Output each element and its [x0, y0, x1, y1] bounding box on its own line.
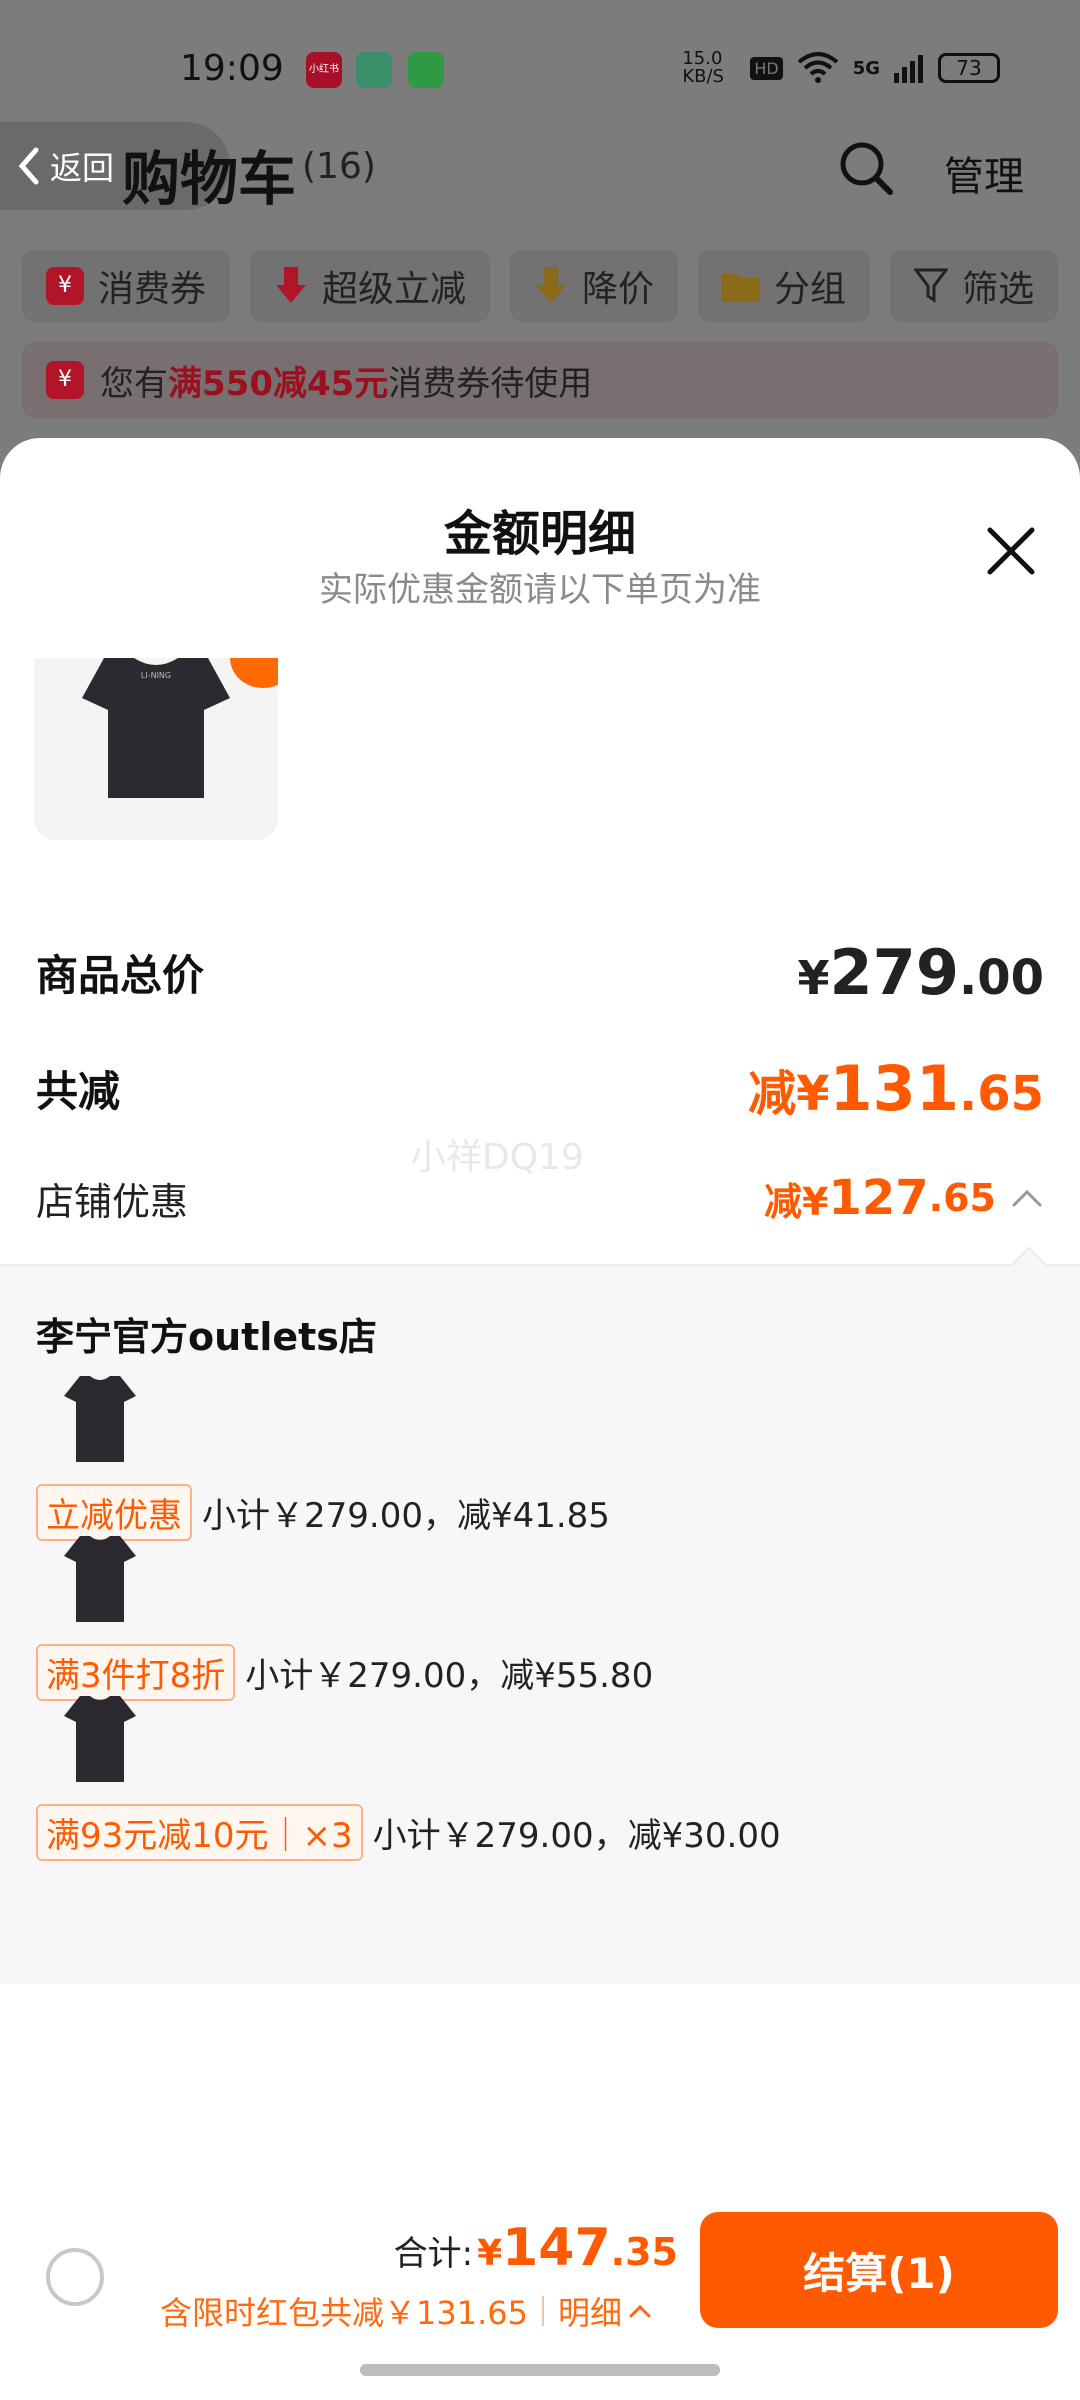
wifi-icon — [797, 52, 838, 83]
promo-line: 满93元减10元｜×3 小计￥279.00，减¥30.00 — [36, 1804, 781, 1861]
wechat-app-icon — [408, 52, 444, 88]
total-value: ¥147.35 — [477, 2218, 678, 2278]
filter-label: 分组 — [774, 269, 847, 310]
cart-page-background: 19:09 小红书 15.0 KB/S HD 5G 73 返回 购物车 (16)… — [0, 0, 1080, 480]
arrow-down-icon — [276, 267, 307, 303]
panel-notch — [1010, 1246, 1048, 1284]
discount-summary-text: 含限时红包共减￥131.65 — [160, 2294, 528, 2332]
total-line: 合计: ¥147.35 — [394, 2218, 678, 2278]
filter-label: 降价 — [582, 269, 655, 310]
tshirt-icon — [64, 1536, 136, 1622]
total-price-label: 商品总价 — [36, 951, 205, 1000]
close-icon[interactable] — [984, 524, 1038, 578]
store-discount-detail: 李宁官方outlets店 立减优惠 小计￥279.00，减¥41.85 满3件打… — [0, 1246, 1080, 1984]
detail-label: 明细 — [557, 2294, 622, 2332]
promo-tag: 满93元减10元｜×3 — [36, 1804, 363, 1861]
filter-screen[interactable]: 筛选 — [890, 250, 1059, 322]
chevron-up-icon — [1012, 1189, 1042, 1207]
sheet-subtitle: 实际优惠金额请以下单页为准 — [319, 570, 761, 610]
status-time: 19:09 — [180, 48, 284, 89]
checkout-button[interactable]: 结算(1) — [700, 2212, 1058, 2328]
filter-label: 超级立减 — [322, 269, 467, 310]
store-discount-value: 减¥ 127.65 — [764, 1170, 1044, 1226]
status-right-group: 15.0 KB/S HD 5G 73 — [682, 50, 1000, 86]
total-discount-label: 共减 — [36, 1067, 121, 1116]
manage-button[interactable]: 管理 — [944, 144, 1024, 202]
promo-text: 小计￥279.00，减¥30.00 — [372, 1816, 781, 1856]
filter-chips: ¥ 消费券 超级立减 降价 分组 筛选 — [22, 250, 1059, 322]
cart-count: (16) — [302, 146, 376, 187]
coupon-reminder-text: 您有满550减45元消费券待使用 — [100, 363, 593, 404]
home-indicator — [360, 2364, 720, 2376]
price-drop-icon — [536, 267, 567, 303]
svg-text:LI-NING: LI-NING — [141, 671, 171, 680]
battery-icon: 73 — [938, 53, 1000, 83]
page-title: 购物车 — [122, 145, 297, 213]
total-discount-row: 共减 减¥131.65 — [36, 1052, 1044, 1125]
select-all-checkbox[interactable] — [46, 2248, 104, 2306]
status-bar: 19:09 小红书 15.0 KB/S HD 5G 73 — [0, 0, 1080, 120]
folder-icon — [722, 274, 761, 302]
home-app-icon — [356, 52, 392, 88]
filter-super-discount[interactable]: 超级立减 — [250, 250, 491, 322]
filter-label: 筛选 — [962, 269, 1035, 310]
signal-bars-icon — [894, 55, 923, 83]
tshirt-icon: LI-NING — [82, 658, 230, 798]
detail-toggle[interactable]: 明细 — [558, 2288, 652, 2334]
amount-detail-sheet: 金额明细 实际优惠金额请以下单页为准 LI-NING 商品总价 ¥279.00 … — [0, 438, 1080, 2400]
tshirt-icon — [64, 1376, 136, 1462]
total-price-value: ¥279.00 — [797, 936, 1044, 1009]
coupon-reminder-bar[interactable]: ¥ 您有满550减45元消费券待使用 — [22, 342, 1058, 418]
store-discount-label: 店铺优惠 — [36, 1179, 189, 1224]
filter-price-drop[interactable]: 降价 — [510, 250, 679, 322]
filter-coupon[interactable]: ¥ 消费券 — [22, 250, 231, 322]
coupon-icon: ¥ — [46, 267, 84, 305]
filter-icon — [914, 268, 949, 303]
search-icon[interactable] — [838, 140, 894, 196]
coupon-icon: ¥ — [46, 361, 84, 399]
promo-text: 小计￥279.00，减¥41.85 — [202, 1496, 610, 1536]
store-discount-row[interactable]: 店铺优惠 减¥ 127.65 — [36, 1170, 1044, 1226]
back-label: 返回 — [50, 149, 115, 187]
hd-icon: HD — [750, 56, 783, 80]
filter-label: 消费券 — [98, 269, 207, 310]
filter-group[interactable]: 分组 — [698, 250, 871, 322]
total-discount-value: 减¥131.65 — [748, 1052, 1044, 1125]
cart-nav-bar: 返回 购物车 (16) 管理 — [0, 122, 1080, 222]
promo-text: 小计￥279.00，减¥55.80 — [245, 1656, 654, 1696]
net-speed: 15.0 KB/S — [682, 48, 724, 87]
xiaohongshu-app-icon: 小红书 — [306, 52, 342, 88]
discount-summary: 含限时红包共减￥131.65 明细 — [160, 2288, 652, 2334]
sheet-title: 金额明细 — [443, 506, 636, 562]
store-name: 李宁官方outlets店 — [36, 1315, 377, 1359]
total-label: 合计: — [393, 2234, 474, 2274]
divider — [541, 2296, 544, 2326]
product-thumbnail[interactable]: LI-NING — [34, 658, 278, 840]
total-price-row: 商品总价 ¥279.00 — [36, 936, 1044, 1009]
chevron-up-icon — [629, 2304, 651, 2318]
chevron-left-icon — [18, 147, 39, 185]
signal-5g-icon: 5G — [852, 57, 880, 79]
tshirt-icon — [64, 1696, 136, 1782]
